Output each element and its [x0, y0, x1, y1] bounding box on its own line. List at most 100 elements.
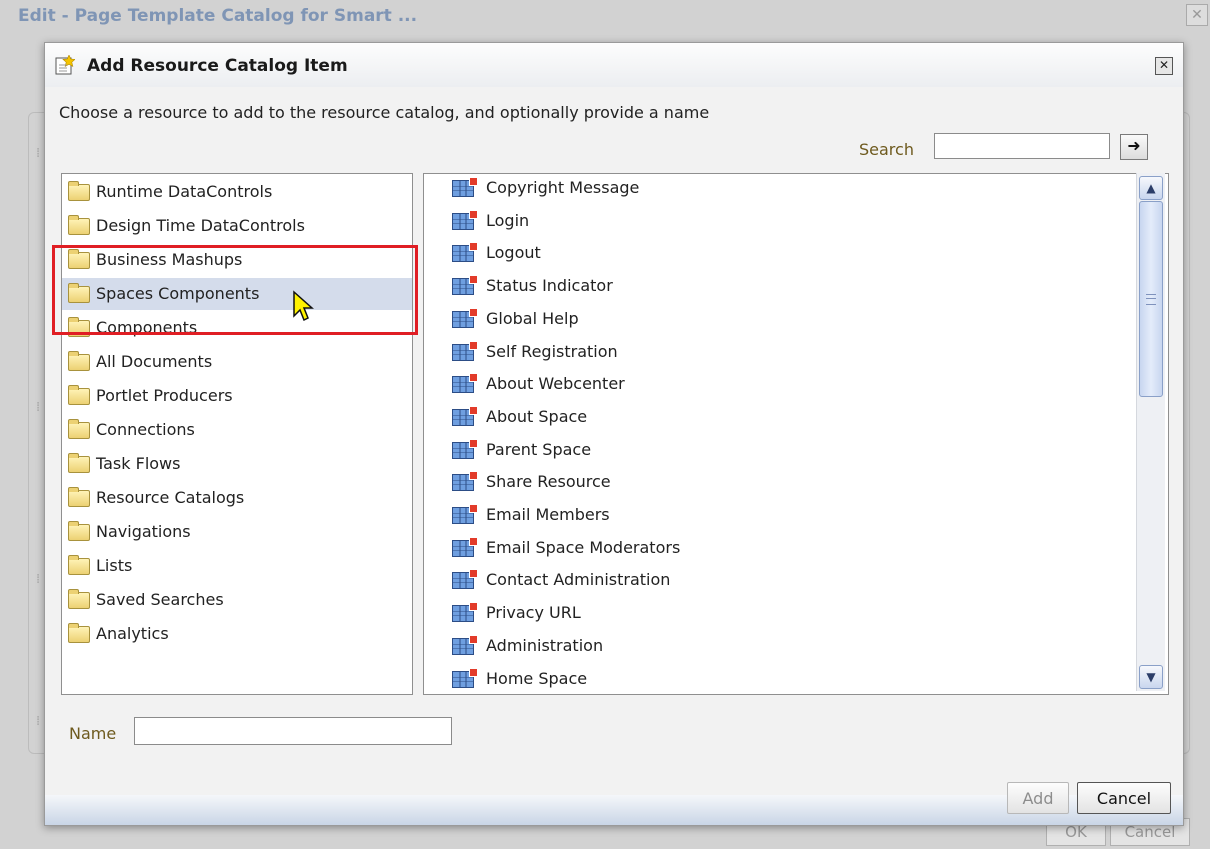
right-arrow-icon[interactable]: ➜	[1120, 134, 1148, 160]
resource-item[interactable]: Self Registration	[424, 336, 1168, 368]
category-item[interactable]: Task Flows	[62, 448, 412, 480]
component-icon	[452, 177, 478, 197]
category-label: Lists	[96, 556, 133, 575]
component-icon	[452, 405, 478, 426]
background-grip-icon: ⁞	[36, 400, 41, 415]
category-item[interactable]: Analytics	[62, 618, 412, 650]
category-label: Resource Catalogs	[96, 488, 245, 507]
name-field[interactable]	[134, 717, 452, 745]
category-item[interactable]: All Documents	[62, 346, 412, 378]
category-item[interactable]: Lists	[62, 550, 412, 582]
resource-label: Privacy URL	[486, 603, 581, 623]
cancel-button[interactable]: Cancel	[1077, 782, 1171, 814]
category-label: All Documents	[96, 352, 213, 371]
search-label: Search	[859, 140, 914, 159]
close-icon[interactable]: ✕	[1155, 57, 1173, 75]
category-item[interactable]: Design Time DataControls	[62, 210, 412, 242]
documents-folder-icon	[68, 351, 90, 371]
category-label: Business Mashups	[96, 250, 243, 269]
resource-item[interactable]: Parent Space	[424, 434, 1168, 466]
component-icon	[452, 471, 478, 492]
resource-item[interactable]: Privacy URL	[424, 597, 1168, 629]
resource-label: About Webcenter	[486, 374, 625, 394]
background-dialog-title: Edit - Page Template Catalog for Smart .…	[18, 6, 418, 26]
category-item[interactable]: Navigations	[62, 516, 412, 548]
category-item[interactable]: Resource Catalogs	[62, 482, 412, 514]
category-label: Analytics	[96, 624, 169, 643]
category-label: Spaces Components	[96, 284, 260, 303]
component-icon	[452, 340, 478, 361]
category-label: Runtime DataControls	[96, 182, 273, 201]
navigation-folder-icon	[68, 521, 90, 541]
category-item[interactable]: Spaces Components	[62, 278, 412, 310]
resource-label: Logout	[486, 243, 541, 263]
resource-label: Home Space	[486, 668, 588, 688]
component-icon	[452, 504, 478, 524]
scroll-up-icon[interactable]: ▲	[1139, 176, 1163, 200]
component-icon	[452, 209, 478, 230]
resource-label: Email Space Moderators	[486, 537, 681, 557]
resource-item[interactable]: Share Resource	[424, 466, 1168, 498]
resource-item[interactable]: Administration	[424, 630, 1168, 662]
resource-label: About Space	[486, 406, 588, 426]
resource-item[interactable]: Login	[424, 205, 1168, 237]
resource-list: Copyright Message Login Logout Status Indic…	[423, 173, 1169, 695]
resource-item[interactable]: Logout	[424, 237, 1168, 269]
category-label: Navigations	[96, 522, 191, 541]
resource-item[interactable]: Status Indicator	[424, 270, 1168, 302]
resource-item[interactable]: About Webcenter	[424, 368, 1168, 400]
add-button[interactable]: Add	[1007, 782, 1069, 814]
component-icon	[452, 536, 478, 557]
resource-label: Login	[486, 210, 530, 230]
resource-item[interactable]: Contact Administration	[424, 564, 1168, 596]
scroll-down-icon[interactable]: ▼	[1139, 665, 1163, 689]
background-grip-icon: ⁞	[36, 146, 41, 161]
resource-item[interactable]: Email Members	[424, 499, 1168, 531]
resource-label: Contact Administration	[486, 570, 671, 590]
saved-search-icon	[68, 589, 90, 609]
component-icon	[452, 569, 478, 590]
category-label: Connections	[96, 420, 195, 439]
add-item-icon	[55, 55, 75, 75]
component-icon	[452, 307, 478, 328]
search-input[interactable]	[934, 133, 1110, 159]
component-icon	[452, 275, 478, 296]
resource-label: Global Help	[486, 308, 579, 328]
background-grip-icon: ⁞	[36, 714, 41, 729]
folder-icon	[68, 487, 90, 507]
taskflow-folder-icon	[68, 453, 90, 473]
category-label: Design Time DataControls	[96, 216, 305, 235]
component-icon	[452, 602, 478, 623]
category-item[interactable]: Saved Searches	[62, 584, 412, 616]
grip-icon	[1146, 294, 1156, 305]
category-item[interactable]: Connections	[62, 414, 412, 446]
category-item[interactable]: Runtime DataControls	[62, 176, 412, 208]
category-item[interactable]: Business Mashups	[62, 244, 412, 276]
mouse-cursor-icon	[293, 290, 314, 322]
category-item[interactable]: Portlet Producers	[62, 380, 412, 412]
instruction-text: Choose a resource to add to the resource…	[59, 103, 710, 122]
component-icon	[452, 667, 478, 688]
scroll-thumb[interactable]	[1139, 201, 1163, 397]
component-icon	[452, 242, 478, 263]
folder-icon	[68, 419, 90, 439]
resource-list-scrollbar[interactable]: ▲ ▼	[1136, 173, 1165, 691]
resource-item[interactable]: Home Space	[424, 663, 1168, 695]
background-grip-icon: ⁞	[36, 572, 41, 587]
category-label: Saved Searches	[96, 590, 224, 609]
resource-item[interactable]: Email Space Moderators	[424, 532, 1168, 564]
folder-icon	[68, 283, 90, 303]
analytics-folder-icon	[68, 623, 90, 643]
resource-item[interactable]: About Space	[424, 401, 1168, 433]
resource-label: Email Members	[486, 505, 610, 524]
resource-item[interactable]: Global Help	[424, 303, 1168, 335]
components-folder-icon	[68, 317, 90, 337]
resource-label: Share Resource	[486, 472, 611, 492]
component-icon	[452, 373, 478, 394]
resource-label: Administration	[486, 635, 604, 655]
dialog-titlebar: Add Resource Catalog Item ✕	[45, 43, 1183, 87]
name-label: Name	[69, 724, 117, 743]
category-item[interactable]: Components	[62, 312, 412, 344]
component-icon	[452, 438, 478, 459]
resource-item[interactable]: Copyright Message	[424, 174, 1168, 204]
